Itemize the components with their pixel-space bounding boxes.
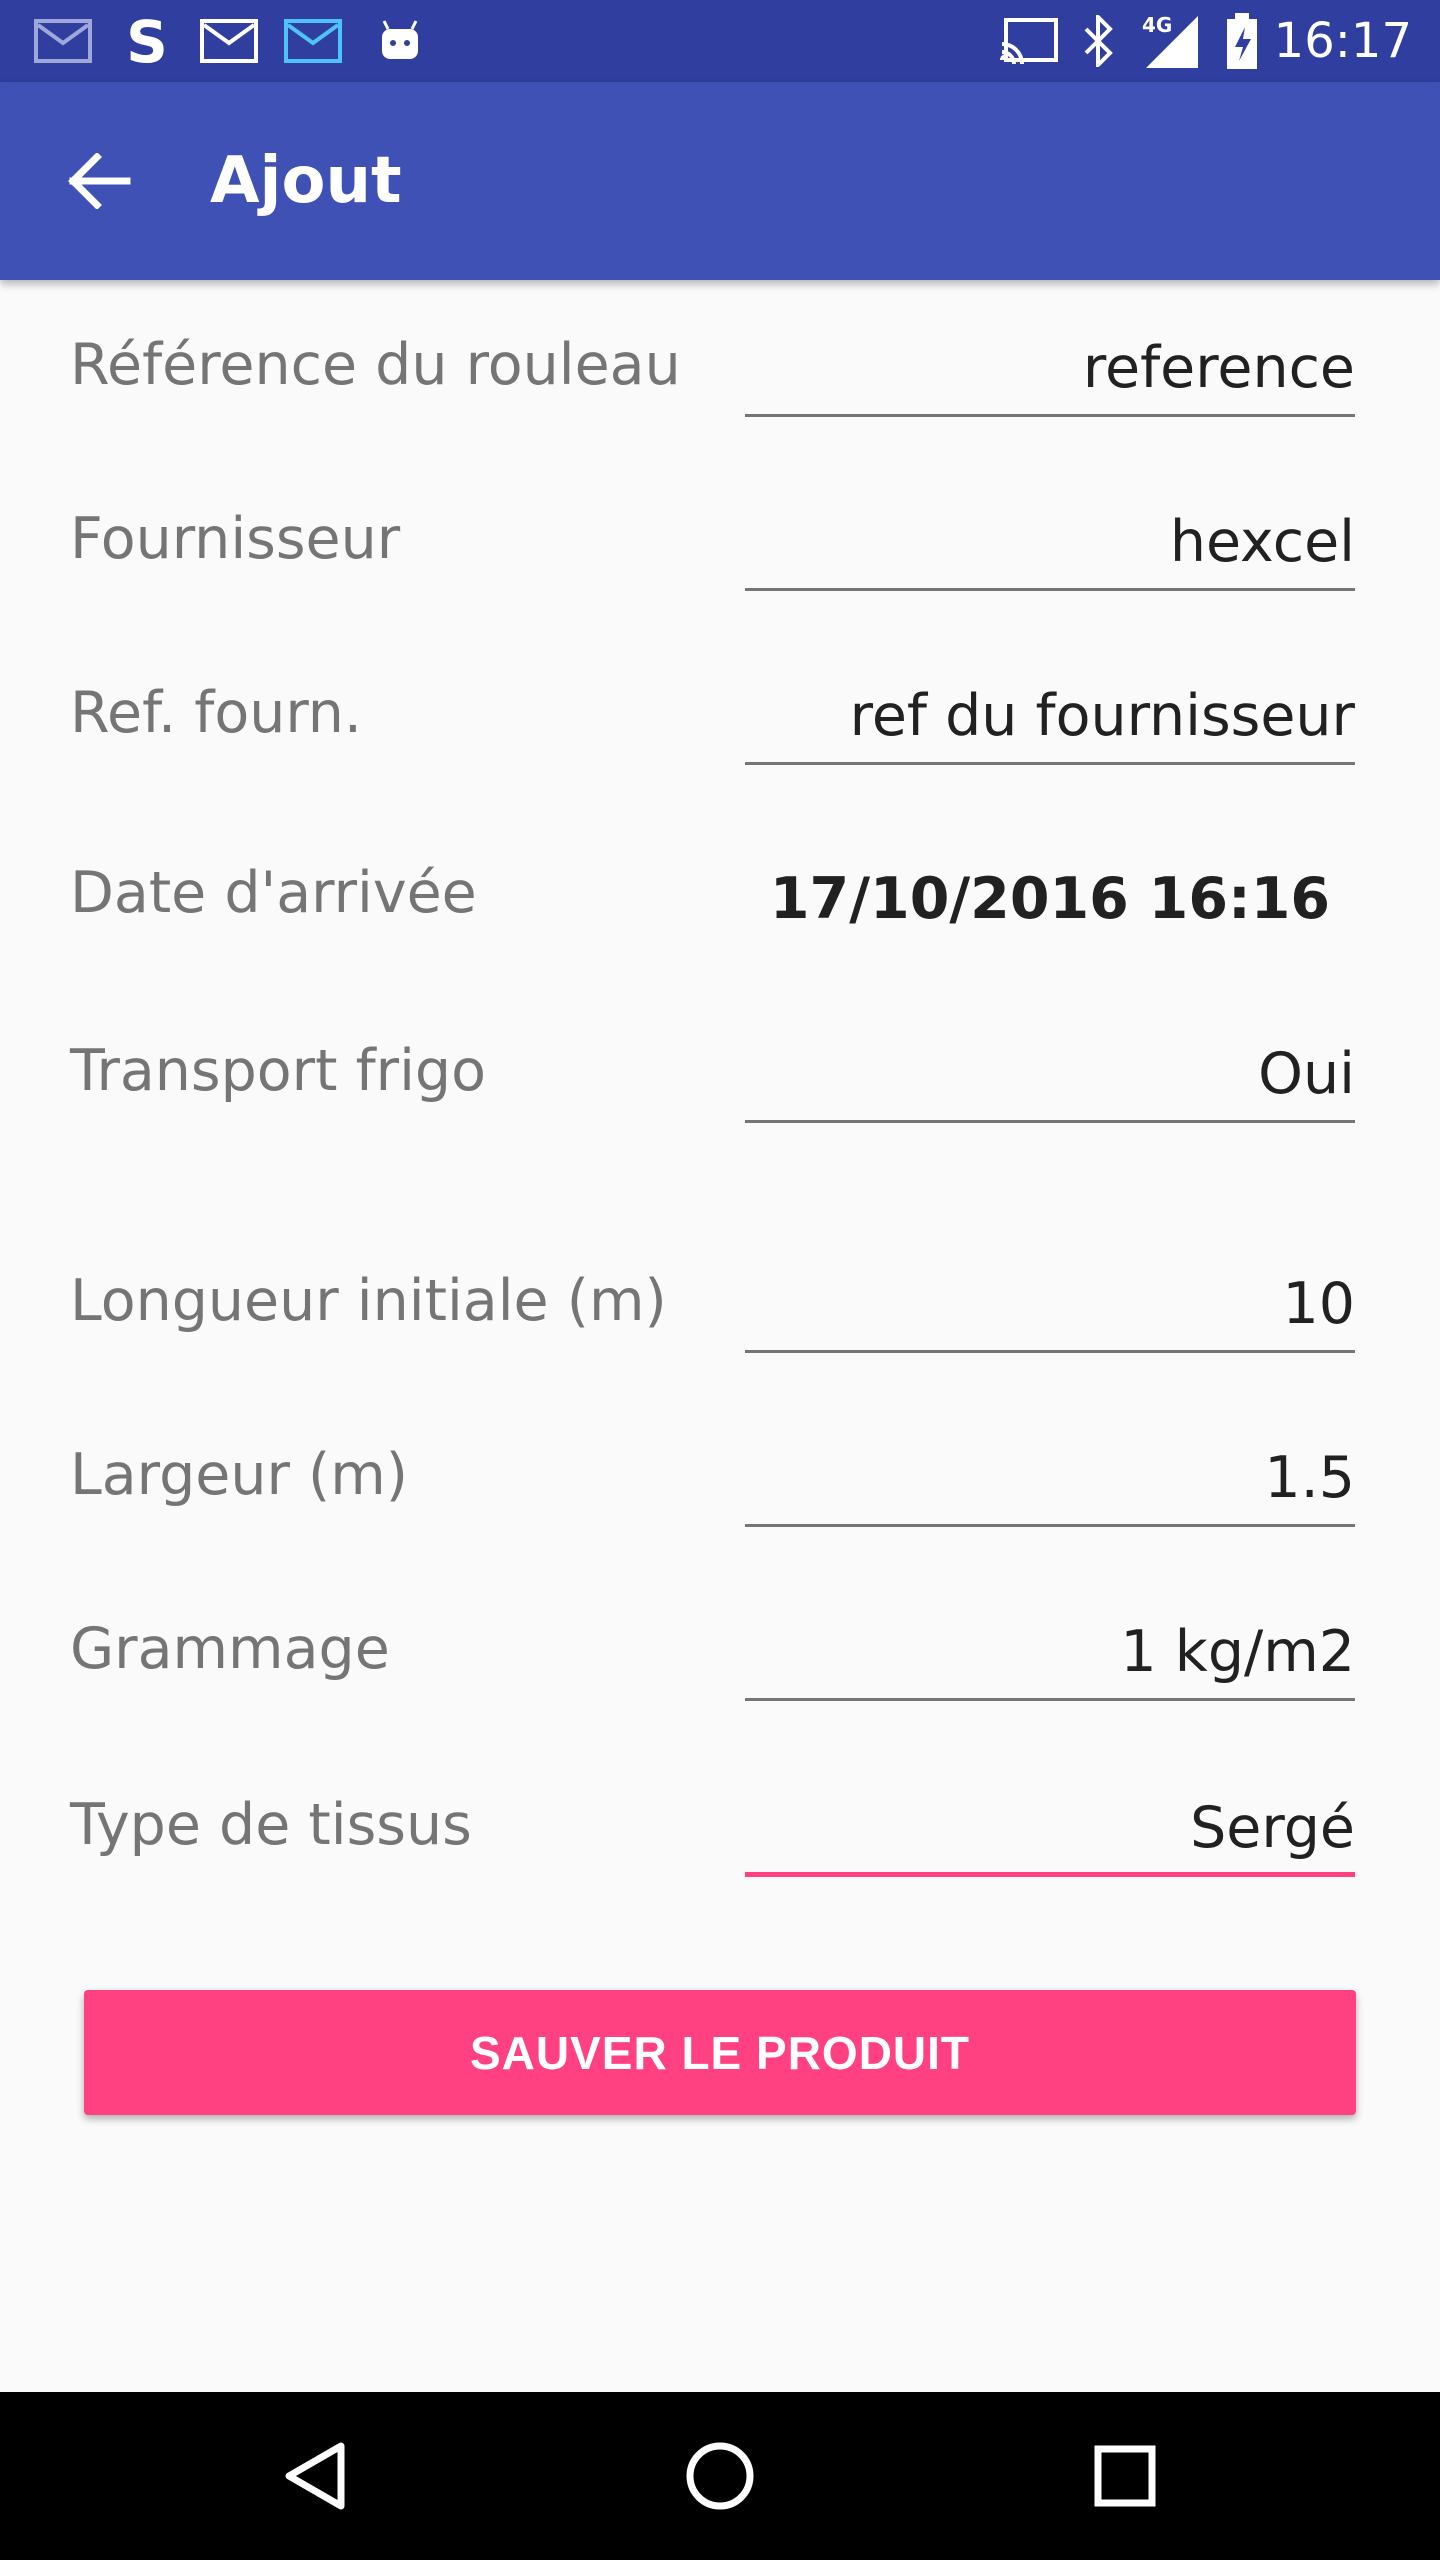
tissus-label: Type de tissus bbox=[70, 1792, 472, 1858]
app-bar: Ajout bbox=[0, 82, 1440, 280]
grammage-label: Grammage bbox=[70, 1616, 390, 1682]
longueur-field[interactable] bbox=[745, 1264, 1355, 1344]
date-value[interactable]: 17/10/2016 16:16 bbox=[745, 866, 1355, 932]
mail-icon bbox=[200, 12, 258, 70]
svg-text:4G: 4G bbox=[1142, 13, 1172, 37]
cast-icon bbox=[1000, 12, 1058, 70]
largeur-underline bbox=[745, 1524, 1355, 1527]
fournisseur-field[interactable] bbox=[745, 502, 1355, 582]
circle-home-icon bbox=[686, 2442, 754, 2510]
navigation-bar bbox=[0, 2392, 1440, 2560]
date-label: Date d'arrivée bbox=[70, 860, 477, 926]
bluetooth-icon bbox=[1080, 12, 1116, 70]
ref-fourn-underline bbox=[745, 762, 1355, 765]
signal-icon: 4G bbox=[1140, 12, 1202, 70]
android-icon bbox=[378, 12, 422, 70]
reference-underline bbox=[745, 414, 1355, 417]
nav-back-button[interactable] bbox=[265, 2426, 365, 2526]
save-product-button[interactable]: SAUVER LE PRODUIT bbox=[84, 1990, 1356, 2115]
tissus-field[interactable] bbox=[745, 1788, 1355, 1868]
ref-fourn-label: Ref. fourn. bbox=[70, 680, 363, 746]
back-button[interactable] bbox=[52, 134, 146, 228]
grammage-field[interactable] bbox=[745, 1612, 1355, 1692]
ref-fourn-field[interactable] bbox=[745, 676, 1355, 756]
grammage-underline bbox=[745, 1698, 1355, 1701]
status-time: 16:17 bbox=[1273, 13, 1412, 69]
mail-icon bbox=[34, 12, 92, 70]
longueur-underline bbox=[745, 1350, 1355, 1353]
page-title: Ajout bbox=[210, 144, 402, 218]
reference-field[interactable] bbox=[745, 328, 1355, 408]
mail-icon bbox=[284, 12, 342, 70]
svg-text:S: S bbox=[126, 12, 168, 70]
s-app-icon: S bbox=[120, 12, 174, 70]
fournisseur-label: Fournisseur bbox=[70, 506, 401, 572]
square-recents-icon bbox=[1094, 2445, 1156, 2507]
battery-icon bbox=[1225, 12, 1259, 70]
transport-label: Transport frigo bbox=[70, 1038, 486, 1104]
tissus-underline bbox=[745, 1872, 1355, 1877]
arrow-back-icon bbox=[68, 153, 131, 209]
longueur-label: Longueur initiale (m) bbox=[70, 1268, 667, 1334]
nav-recents-button[interactable] bbox=[1075, 2426, 1175, 2526]
fournisseur-underline bbox=[745, 588, 1355, 591]
transport-field[interactable] bbox=[745, 1034, 1355, 1114]
nav-home-button[interactable] bbox=[670, 2426, 770, 2526]
reference-label: Référence du rouleau bbox=[70, 332, 681, 398]
largeur-label: Largeur (m) bbox=[70, 1442, 409, 1508]
transport-underline bbox=[745, 1120, 1355, 1123]
triangle-back-icon bbox=[285, 2442, 345, 2510]
status-bar: S 4G 16:17 bbox=[0, 0, 1440, 82]
largeur-field[interactable] bbox=[745, 1438, 1355, 1518]
